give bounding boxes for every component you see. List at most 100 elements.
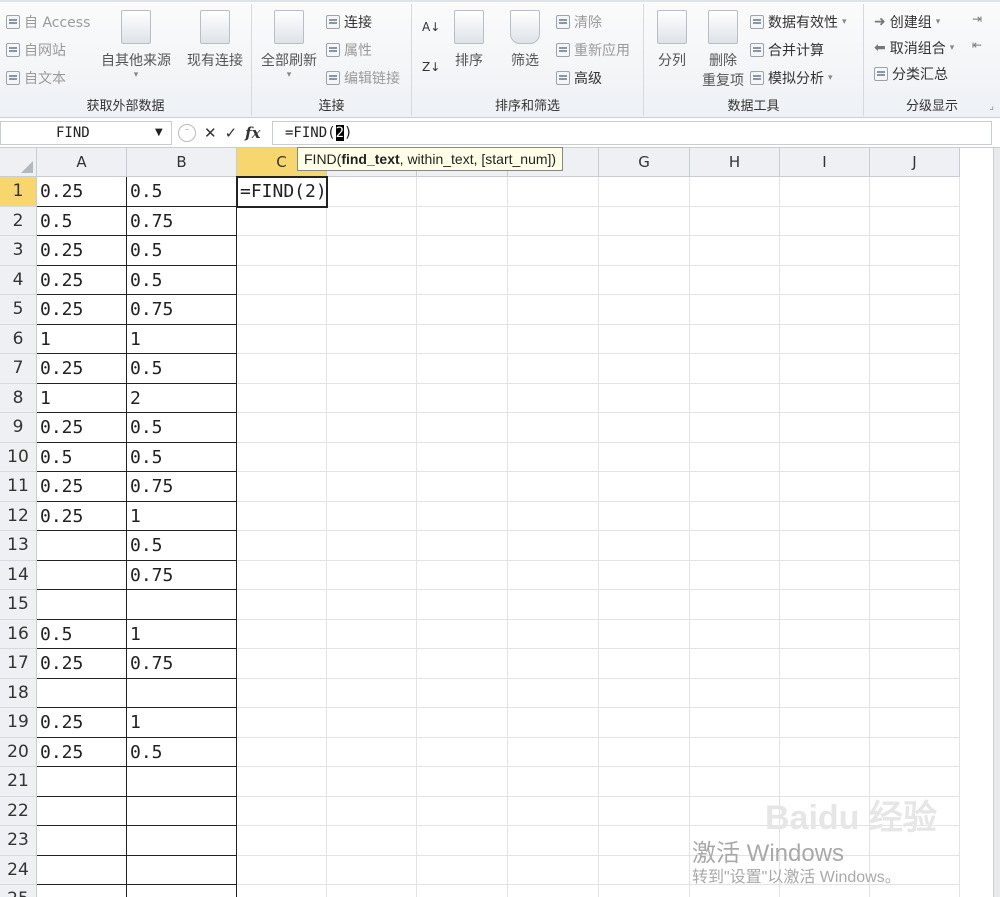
cell[interactable] bbox=[780, 649, 870, 679]
cell[interactable] bbox=[870, 236, 960, 266]
row-header[interactable]: 20 bbox=[0, 737, 37, 767]
cell[interactable] bbox=[37, 767, 127, 797]
cell[interactable] bbox=[780, 324, 870, 354]
cell[interactable] bbox=[690, 619, 780, 649]
edit-links-button[interactable]: 编辑链接 bbox=[326, 68, 400, 88]
cell[interactable] bbox=[599, 265, 690, 295]
cell[interactable] bbox=[417, 442, 508, 472]
cell[interactable] bbox=[870, 501, 960, 531]
cell[interactable] bbox=[870, 590, 960, 620]
cell[interactable] bbox=[508, 383, 599, 413]
connections-button[interactable]: 连接 bbox=[326, 12, 372, 32]
cell[interactable]: 0.75 bbox=[127, 649, 237, 679]
cell[interactable] bbox=[780, 295, 870, 325]
what-if-analysis-button[interactable]: 模拟分析 ▾ bbox=[750, 68, 833, 88]
cell[interactable] bbox=[780, 383, 870, 413]
cell[interactable] bbox=[127, 885, 237, 897]
name-box[interactable]: FIND bbox=[0, 121, 172, 145]
cell[interactable]: 1 bbox=[127, 501, 237, 531]
cell[interactable] bbox=[417, 236, 508, 266]
cell[interactable]: 0.75 bbox=[127, 206, 237, 236]
cell[interactable] bbox=[37, 796, 127, 826]
cell[interactable] bbox=[327, 295, 417, 325]
cell[interactable] bbox=[37, 531, 127, 561]
cell[interactable] bbox=[690, 737, 780, 767]
cell[interactable] bbox=[690, 501, 780, 531]
cell[interactable] bbox=[417, 177, 508, 207]
cell[interactable] bbox=[37, 678, 127, 708]
cell[interactable] bbox=[870, 737, 960, 767]
cell[interactable]: 1 bbox=[127, 324, 237, 354]
row-header[interactable]: 23 bbox=[0, 826, 37, 856]
cell[interactable] bbox=[508, 737, 599, 767]
row-header[interactable]: 6 bbox=[0, 324, 37, 354]
cell[interactable] bbox=[417, 472, 508, 502]
column-header-j[interactable]: J bbox=[870, 148, 960, 177]
cell[interactable]: 0.5 bbox=[127, 265, 237, 295]
cell[interactable] bbox=[237, 324, 327, 354]
cell[interactable] bbox=[327, 796, 417, 826]
chevron-down-icon[interactable]: ▼ bbox=[155, 127, 163, 138]
cell[interactable] bbox=[417, 619, 508, 649]
cell[interactable] bbox=[417, 737, 508, 767]
cell[interactable] bbox=[237, 265, 327, 295]
cell[interactable] bbox=[327, 560, 417, 590]
cell[interactable] bbox=[690, 383, 780, 413]
cell[interactable] bbox=[508, 206, 599, 236]
cell[interactable] bbox=[508, 265, 599, 295]
clear-filter-button[interactable]: 清除 bbox=[556, 12, 602, 32]
consolidate-button[interactable]: 合并计算 bbox=[750, 40, 824, 60]
active-cell[interactable]: =FIND(2) bbox=[236, 176, 328, 208]
cell[interactable] bbox=[127, 826, 237, 856]
cell[interactable] bbox=[870, 265, 960, 295]
cell[interactable] bbox=[237, 796, 327, 826]
expand-circle-icon[interactable]: ⁻ bbox=[178, 124, 196, 142]
row-header[interactable]: 25 bbox=[0, 885, 37, 897]
row-header[interactable]: 2 bbox=[0, 206, 37, 236]
cell[interactable] bbox=[599, 413, 690, 443]
cell[interactable] bbox=[237, 501, 327, 531]
cell[interactable] bbox=[780, 413, 870, 443]
cell[interactable] bbox=[508, 619, 599, 649]
row-header[interactable]: 17 bbox=[0, 649, 37, 679]
cell[interactable] bbox=[327, 413, 417, 443]
cell[interactable] bbox=[327, 767, 417, 797]
cell[interactable] bbox=[127, 678, 237, 708]
cell[interactable] bbox=[599, 590, 690, 620]
select-all-corner[interactable] bbox=[0, 148, 37, 177]
cell[interactable] bbox=[870, 354, 960, 384]
cell[interactable] bbox=[508, 885, 599, 897]
cell[interactable] bbox=[327, 265, 417, 295]
cell[interactable] bbox=[237, 531, 327, 561]
existing-connections-button[interactable]: 现有连接 bbox=[182, 10, 248, 70]
cell[interactable] bbox=[690, 678, 780, 708]
cell[interactable]: 0.25 bbox=[37, 413, 127, 443]
cell[interactable] bbox=[327, 885, 417, 897]
row-header[interactable]: 11 bbox=[0, 472, 37, 502]
row-header[interactable]: 18 bbox=[0, 678, 37, 708]
cell[interactable] bbox=[508, 590, 599, 620]
cell[interactable]: 0.25 bbox=[37, 501, 127, 531]
cell[interactable] bbox=[237, 708, 327, 738]
cell[interactable] bbox=[327, 590, 417, 620]
row-header[interactable]: 1 bbox=[0, 177, 37, 207]
cell[interactable]: 0.75 bbox=[127, 472, 237, 502]
cell[interactable] bbox=[599, 236, 690, 266]
cell[interactable] bbox=[690, 206, 780, 236]
cell[interactable] bbox=[508, 413, 599, 443]
cell[interactable]: 0.25 bbox=[37, 265, 127, 295]
cell[interactable]: 0.5 bbox=[127, 177, 237, 207]
remove-duplicates-button[interactable]: 删除 重复项 bbox=[698, 10, 748, 90]
cell[interactable]: 1 bbox=[127, 619, 237, 649]
cell[interactable] bbox=[599, 531, 690, 561]
worksheet-grid[interactable]: ABCDEFGHIJ10.250.5=FIND(2)20.50.7530.250… bbox=[0, 148, 1000, 897]
cell[interactable] bbox=[237, 354, 327, 384]
cell[interactable]: 0.25 bbox=[37, 708, 127, 738]
cell[interactable] bbox=[508, 796, 599, 826]
cell[interactable] bbox=[237, 855, 327, 885]
cell[interactable] bbox=[599, 885, 690, 897]
cell[interactable] bbox=[237, 295, 327, 325]
cell[interactable] bbox=[599, 796, 690, 826]
cell[interactable] bbox=[870, 206, 960, 236]
cell[interactable] bbox=[417, 265, 508, 295]
